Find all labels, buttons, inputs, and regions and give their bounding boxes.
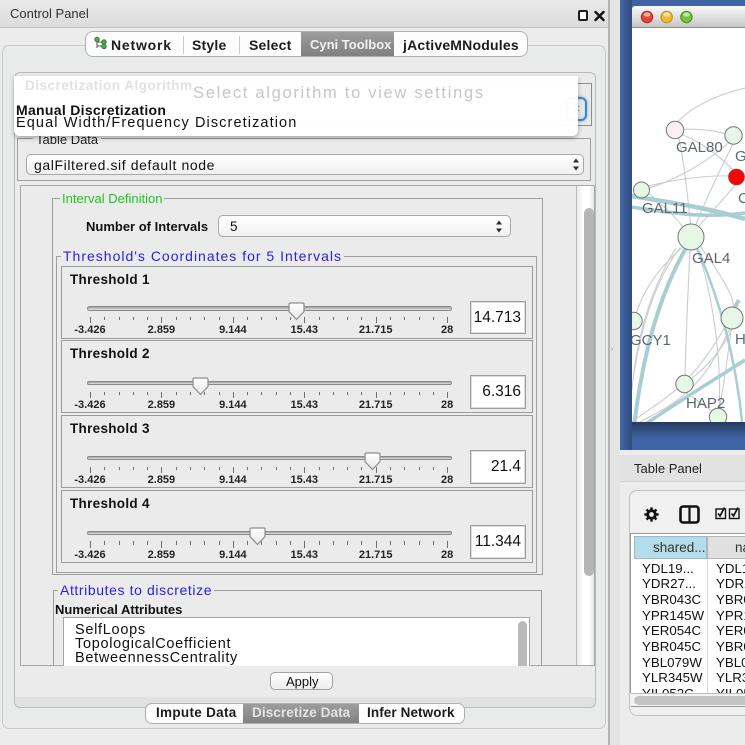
svg-text:GA: GA [735,148,745,165]
svg-text:C: C [738,190,745,207]
svg-text:GCY1: GCY1 [632,332,671,349]
svg-text:HAP2: HAP2 [686,395,725,412]
svg-text:GAL11: GAL11 [642,200,688,217]
svg-text:GAL80: GAL80 [676,139,723,156]
svg-text:H: H [735,331,745,348]
svg-text:GAL4: GAL4 [692,250,730,267]
